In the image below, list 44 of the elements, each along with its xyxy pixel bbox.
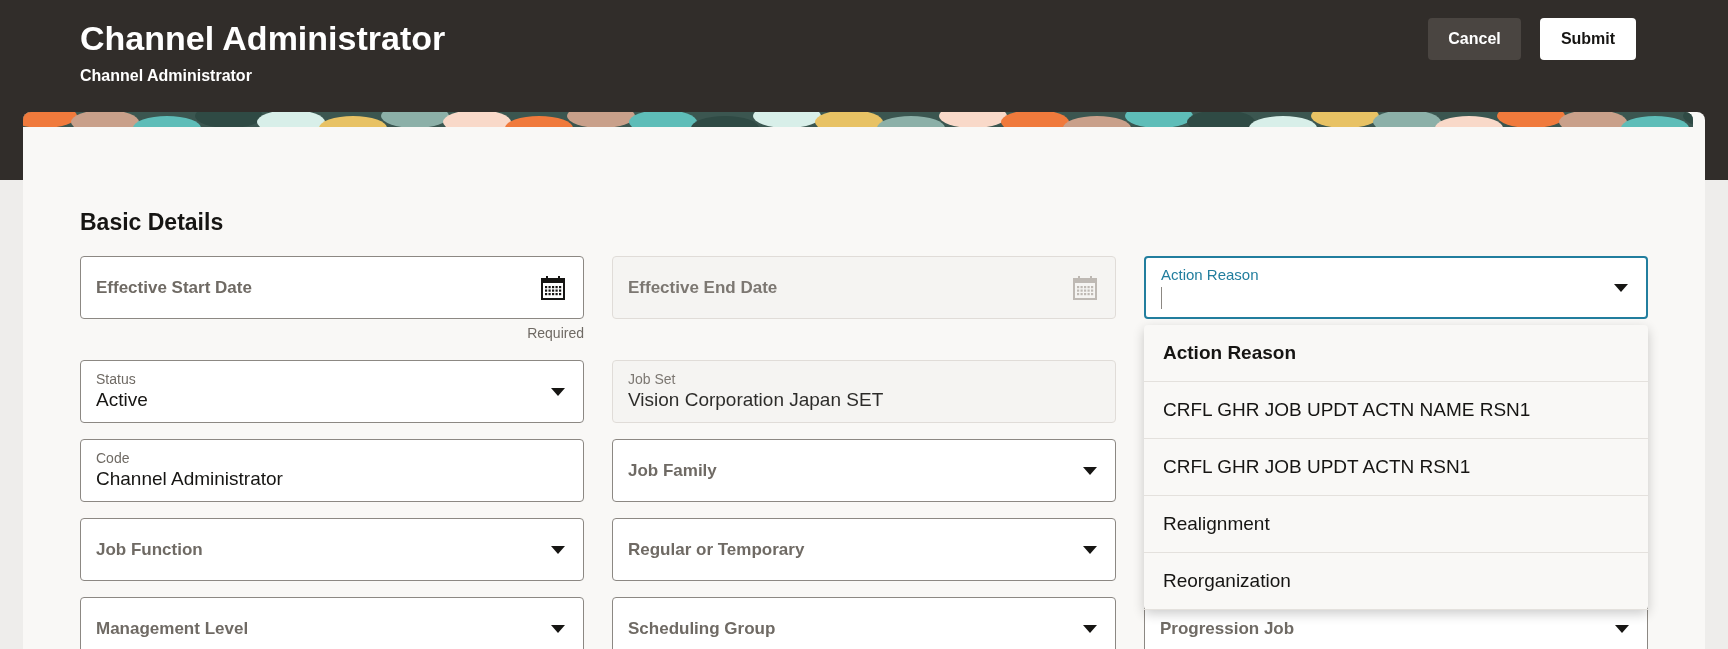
field-label: Progression Job [1160,617,1296,640]
field-label: Scheduling Group [628,617,777,640]
field-value: Vision Corporation Japan SET [628,388,885,413]
field-label: Effective End Date [628,276,779,299]
select-field[interactable]: Action Reason [1144,256,1648,319]
caret-down-icon[interactable] [550,544,566,555]
select-field[interactable]: Status Active [80,360,584,423]
field-label: Action Reason [1161,266,1260,285]
caret-down-icon[interactable] [1082,544,1098,555]
select-field[interactable]: Job Family [612,439,1116,502]
calendar-icon[interactable] [540,274,566,301]
input-field[interactable]: Code Channel Administrator [80,439,584,502]
menu-header: Action Reason [1163,340,1297,365]
caret-down-icon[interactable] [1613,282,1629,293]
field-label: Job Set [628,370,677,389]
field-label: Job Family [628,459,718,482]
field-label: Regular or Temporary [628,538,806,561]
field-label: Management Level [96,617,250,640]
select-field[interactable]: Scheduling Group [612,597,1116,649]
select-field[interactable]: Job Function [80,518,584,581]
required-hint: Required [527,324,584,343]
field-label: Job Function [96,538,204,561]
submit-button[interactable]: Submit [1540,18,1636,60]
page-title: Channel Administrator [80,18,446,58]
caret-down-icon[interactable] [1082,623,1098,634]
menu-option[interactable]: CRFL GHR JOB UPDT ACTN NAME RSN1 [1144,382,1648,439]
caret-down-icon[interactable] [550,386,566,397]
caret-down-icon[interactable] [1614,623,1630,634]
field-label: Status [96,370,137,389]
date-field[interactable]: Effective Start Date [80,256,584,319]
menu-option[interactable]: CRFL GHR JOB UPDT ACTN RSN1 [1144,439,1648,496]
field-value: Channel Administrator [96,467,284,492]
select-field[interactable]: Regular or Temporary [612,518,1116,581]
select-field[interactable]: Management Level [80,597,584,649]
text-cursor [1161,286,1162,309]
field-label: Code [96,449,131,468]
caret-down-icon[interactable] [1082,465,1098,476]
cancel-button[interactable]: Cancel [1428,18,1521,60]
field-value: Active [96,388,149,413]
menu-option[interactable]: Realignment [1144,496,1648,553]
page-subtitle: Channel Administrator [80,66,253,86]
field-label: Effective Start Date [96,276,253,299]
caret-down-icon[interactable] [550,623,566,634]
section-title: Basic Details [80,208,225,237]
